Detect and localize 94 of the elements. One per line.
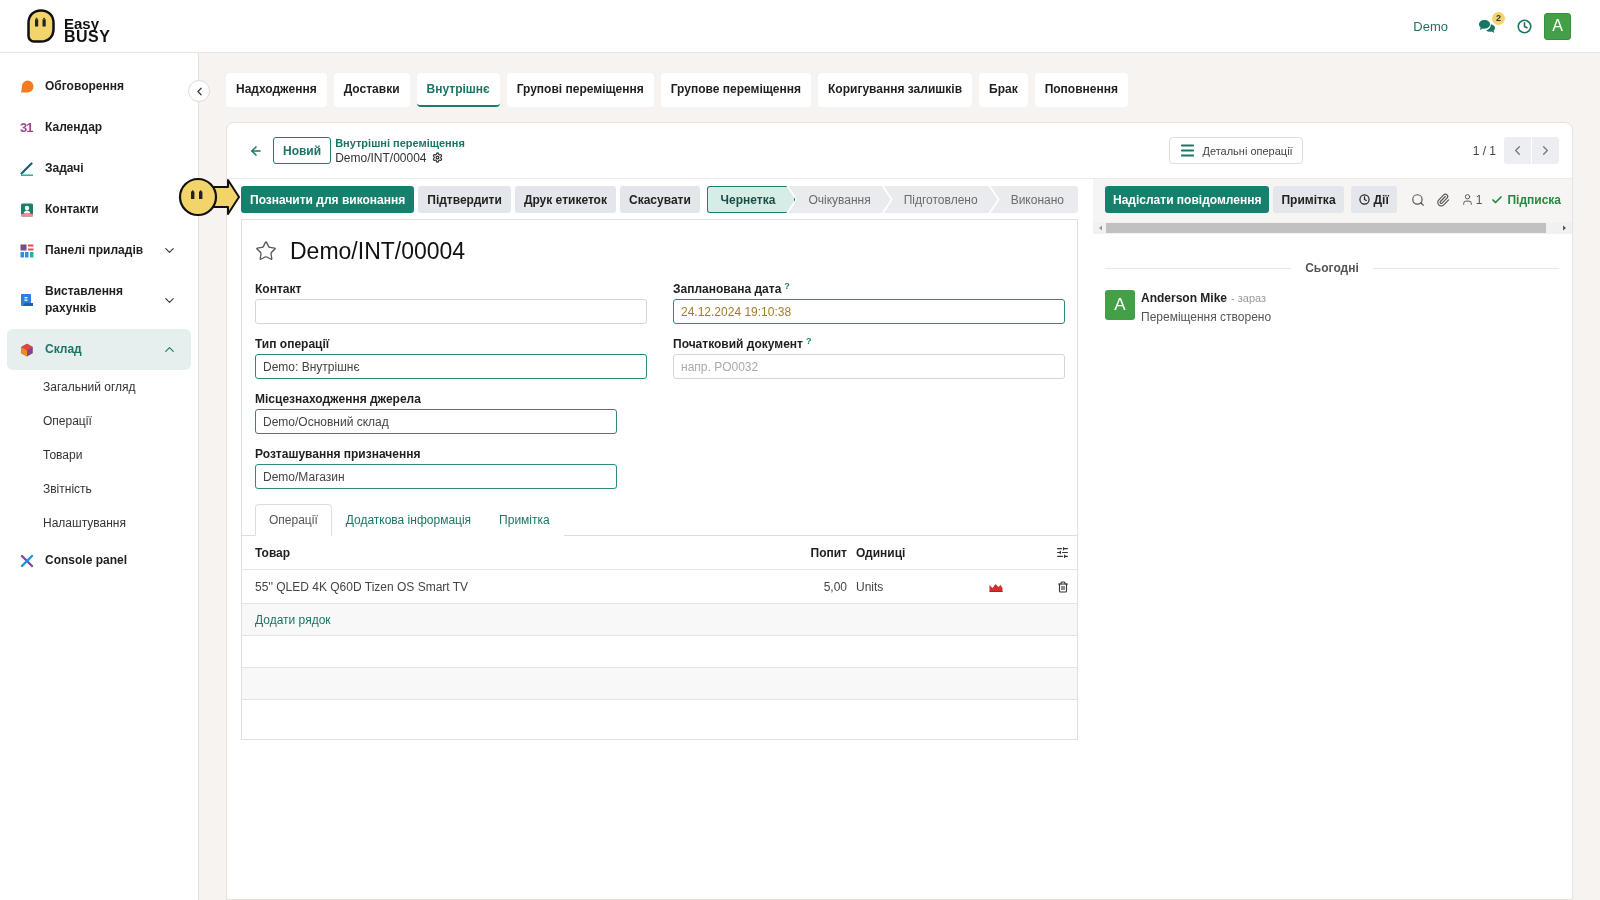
- tab[interactable]: Коригування залишків: [818, 73, 972, 107]
- status-step[interactable]: Очікування: [788, 186, 891, 213]
- author-avatar: A: [1105, 290, 1135, 320]
- action-button[interactable]: Скасувати: [619, 186, 700, 213]
- new-button[interactable]: Новий: [273, 137, 332, 164]
- sidebar-subitem[interactable]: Звітність: [0, 472, 198, 506]
- action-button[interactable]: Підтвердити: [418, 186, 511, 213]
- send-message-button[interactable]: Надіслати повідомлення: [1105, 186, 1270, 213]
- breadcrumb-link[interactable]: Внутрішні переміщення: [335, 136, 465, 149]
- column-header: Одиниці: [855, 545, 906, 560]
- input-field[interactable]: Demo/Магазин: [255, 464, 617, 489]
- date-field[interactable]: 24.12.2024 19:10:38: [673, 299, 1065, 324]
- pen-icon: [20, 161, 34, 176]
- input-field[interactable]: напр. PO0032: [673, 354, 1065, 379]
- follow-button[interactable]: Підписка: [1491, 192, 1561, 207]
- area-chart-icon[interactable]: [989, 581, 1003, 592]
- status-step[interactable]: Виконано: [990, 186, 1078, 213]
- company-switcher[interactable]: Demo: [1413, 18, 1448, 34]
- field-label: Початковий документ: [673, 337, 803, 352]
- crossed-tools-icon: [20, 553, 34, 568]
- record-name: Demo/INT/00004: [335, 150, 427, 165]
- sidebar-item[interactable]: Склад: [7, 329, 191, 370]
- help-mark[interactable]: ?: [805, 337, 812, 346]
- sidebar-subitem[interactable]: Товари: [0, 438, 198, 472]
- tab[interactable]: Внутрішнє: [416, 73, 500, 107]
- collapse-sidebar-button[interactable]: [188, 80, 210, 102]
- contact-card-icon: [20, 202, 34, 217]
- followers-button[interactable]: 1: [1460, 192, 1483, 207]
- table-cell-text: Units: [855, 579, 884, 594]
- sidebar-item[interactable]: Console panel: [7, 540, 141, 581]
- clock-icon[interactable]: [1517, 18, 1532, 34]
- status-step[interactable]: Підготовлено: [883, 186, 998, 213]
- pager-text: 1 / 1: [1472, 143, 1496, 158]
- menu-icon: [1179, 142, 1197, 159]
- paperclip-icon[interactable]: [1435, 192, 1450, 207]
- message-author: Anderson Mike: [1141, 291, 1227, 305]
- note-button[interactable]: Примітка: [1273, 186, 1344, 213]
- clock-icon: [1358, 194, 1370, 205]
- sidebar-item[interactable]: Обговорення: [7, 66, 138, 107]
- speech-bubble-icon: [20, 79, 34, 94]
- search-icon[interactable]: [1410, 192, 1425, 207]
- field-label: Тип операції: [255, 337, 330, 352]
- sidebar-item[interactable]: 31 Календар: [7, 107, 117, 148]
- input-field[interactable]: Demo: Внутрішнє: [255, 354, 647, 379]
- column-settings-icon[interactable]: [1056, 546, 1069, 559]
- field-label: Місцезнаходження джерела: [255, 392, 421, 407]
- column-header: Попит: [810, 545, 847, 560]
- table-cell: 55'' QLED 4K Q60D Tizen OS Smart TV: [255, 579, 469, 594]
- tab[interactable]: Доставки: [333, 73, 410, 107]
- logo-wordmark: Easy BUSY: [64, 14, 111, 43]
- mascot-pointer-icon: [178, 177, 240, 217]
- message-count-badge: 2: [1492, 11, 1505, 25]
- sidebar-item[interactable]: Панелі приладів: [7, 230, 191, 271]
- field-label: Запланована дата: [673, 282, 782, 297]
- sidebar-subitem[interactable]: Операції: [0, 404, 198, 438]
- gear-icon[interactable]: [431, 152, 443, 163]
- sidebar-item[interactable]: Контакти: [7, 189, 113, 230]
- sidebar-subitem[interactable]: Налаштування: [0, 506, 198, 540]
- table-cell: 5,00: [823, 579, 847, 594]
- detailed-operations-button[interactable]: Детальні операції: [1169, 137, 1303, 164]
- activities-button[interactable]: Дії: [1350, 186, 1397, 213]
- calendar-icon: 31: [20, 120, 34, 135]
- field-label: Контакт: [255, 282, 302, 297]
- message-text: Переміщення створено: [1141, 310, 1272, 324]
- chat-icon[interactable]: [1478, 18, 1496, 34]
- status-step[interactable]: Чернетка: [706, 186, 796, 213]
- sidebar-item[interactable]: Задачі: [7, 148, 98, 189]
- message-time: - зараз: [1231, 292, 1267, 304]
- input-field[interactable]: Demo/Основний склад: [255, 409, 617, 434]
- tab[interactable]: Групові переміщення: [506, 73, 654, 107]
- check-icon: [1491, 193, 1504, 206]
- column-header: Товар: [255, 545, 291, 560]
- mascot-logo-icon: [27, 9, 55, 43]
- record-title: Demo/INT/00004: [290, 238, 466, 264]
- notebook-tab[interactable]: Операції: [255, 504, 332, 536]
- invoice-icon: [20, 293, 34, 307]
- cube-icon: [20, 342, 34, 357]
- star-icon[interactable]: [255, 240, 277, 262]
- person-icon: [1460, 193, 1474, 206]
- day-divider-label: Сьогодні: [1305, 261, 1359, 275]
- action-button[interactable]: Друк етикеток: [514, 186, 616, 213]
- trash-icon[interactable]: [1057, 580, 1069, 593]
- help-mark[interactable]: ?: [784, 282, 790, 291]
- dashboard-grid-icon: [20, 243, 34, 258]
- field-label: Розташування призначення: [255, 447, 421, 462]
- tab[interactable]: Групове переміщення: [660, 73, 812, 107]
- tab[interactable]: Поповнення: [1034, 73, 1128, 107]
- horizontal-scrollbar[interactable]: [1093, 222, 1572, 234]
- input-field[interactable]: [255, 299, 647, 324]
- sidebar-subitem[interactable]: Загальний огляд: [0, 370, 198, 404]
- tab[interactable]: Брак: [979, 73, 1028, 107]
- action-button[interactable]: Позначити для виконання: [241, 186, 415, 213]
- tab[interactable]: Надходження: [226, 73, 327, 107]
- sidebar-item[interactable]: Виставлення рахунків: [7, 271, 191, 329]
